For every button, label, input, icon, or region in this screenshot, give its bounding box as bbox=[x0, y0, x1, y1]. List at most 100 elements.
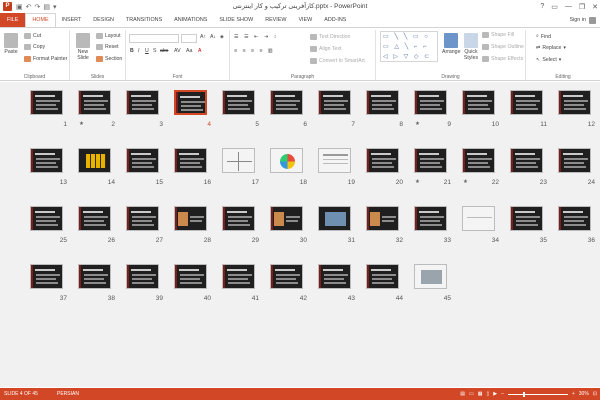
underline-button[interactable]: U bbox=[145, 48, 149, 54]
tab-add-ins[interactable]: ADD-INS bbox=[318, 13, 352, 27]
slide-sorter-view-icon[interactable]: ▦ bbox=[478, 388, 483, 400]
zoom-slider-thumb[interactable] bbox=[522, 391, 525, 397]
slide-thumbnail[interactable] bbox=[174, 264, 207, 289]
font-color-button[interactable]: A bbox=[198, 48, 201, 54]
minimize-button[interactable]: — bbox=[565, 3, 572, 10]
format-painter-button[interactable]: Format Painter bbox=[24, 56, 67, 62]
slideshow-view-icon[interactable]: ▶ bbox=[493, 388, 497, 400]
slide-thumbnail[interactable] bbox=[318, 148, 351, 173]
increase-font-icon[interactable]: A↑ bbox=[200, 34, 206, 40]
char-spacing-button[interactable]: AV bbox=[174, 48, 181, 54]
slide-thumbnail[interactable] bbox=[30, 264, 63, 289]
slide-sorter[interactable]: 12 11 10 9 ★ 8 7 6 5 4 3 2 ★ 1 24 23 22 ★ 21 ★ 20 19 18 17 16 15 1… bbox=[0, 82, 600, 387]
tab-insert[interactable]: INSERT bbox=[56, 13, 88, 27]
transition-star-icon[interactable]: ★ bbox=[79, 121, 84, 127]
tab-view[interactable]: VIEW bbox=[292, 13, 318, 27]
transition-star-icon[interactable]: ★ bbox=[463, 179, 468, 185]
slide-thumbnail[interactable] bbox=[414, 206, 447, 231]
slide-thumbnail[interactable] bbox=[126, 148, 159, 173]
reading-view-icon[interactable]: ▯ bbox=[486, 388, 489, 400]
clear-format-icon[interactable]: ◈ bbox=[220, 34, 224, 40]
shapes-gallery[interactable]: ▭ ╲ ╲ ▭ ○ ▭ △ ╲ ⌐ ⌐ ◁ ▷ ▽ ◇ ⊂ { } ☆ bbox=[380, 31, 438, 62]
replace-button[interactable]: ⇄ Replace ▾ bbox=[536, 45, 566, 51]
slide-thumbnail[interactable] bbox=[270, 148, 303, 173]
slide-thumbnail[interactable] bbox=[318, 206, 351, 231]
shape-fill-button[interactable]: Shape Fill bbox=[482, 32, 514, 38]
slide-thumbnail[interactable] bbox=[558, 206, 591, 231]
tab-animations[interactable]: ANIMATIONS bbox=[168, 13, 213, 27]
slide-thumbnail[interactable] bbox=[126, 90, 159, 115]
customize-qat-icon[interactable]: ▾ bbox=[53, 3, 57, 11]
notes-icon[interactable]: ▤ bbox=[460, 388, 465, 400]
tab-design[interactable]: DESIGN bbox=[87, 13, 120, 27]
slide-thumbnail[interactable] bbox=[270, 90, 303, 115]
slide-thumbnail[interactable] bbox=[78, 148, 111, 173]
slide-thumbnail[interactable] bbox=[174, 206, 207, 231]
change-case-button[interactable]: Aa bbox=[186, 48, 192, 54]
slide-thumbnail[interactable] bbox=[462, 206, 495, 231]
convert-smartart-button[interactable]: Convert to SmartArt bbox=[310, 58, 365, 64]
shadow-button[interactable]: S bbox=[153, 48, 156, 54]
slide-thumbnail[interactable] bbox=[222, 90, 255, 115]
zoom-level[interactable]: 30% bbox=[579, 388, 589, 400]
tab-home[interactable]: HOME bbox=[25, 13, 56, 27]
slide-thumbnail[interactable] bbox=[270, 264, 303, 289]
find-button[interactable]: ⌕ Find bbox=[536, 33, 551, 40]
zoom-slider[interactable] bbox=[507, 391, 568, 397]
fit-to-window-icon[interactable]: ⊡ bbox=[593, 388, 597, 400]
slide-thumbnail[interactable] bbox=[126, 206, 159, 231]
powerpoint-app-icon[interactable]: P bbox=[3, 2, 12, 11]
section-button[interactable]: Section bbox=[96, 56, 122, 62]
slide-thumbnail[interactable] bbox=[366, 90, 399, 115]
quick-styles-button[interactable]: Quick Styles bbox=[462, 33, 480, 61]
align-text-button[interactable]: Align Text bbox=[310, 46, 341, 52]
reset-button[interactable]: Reset bbox=[96, 44, 119, 50]
cut-button[interactable]: Cut bbox=[24, 33, 41, 39]
sign-in-link[interactable]: Sign in bbox=[570, 13, 586, 27]
slide-thumbnail[interactable] bbox=[78, 90, 111, 115]
redo-icon[interactable]: ↷ bbox=[35, 3, 41, 11]
shape-effects-button[interactable]: Shape Effects bbox=[482, 56, 523, 62]
account-icon[interactable] bbox=[589, 17, 596, 24]
select-button[interactable]: ↖ Select ▾ bbox=[536, 57, 561, 63]
slide-thumbnail[interactable] bbox=[222, 206, 255, 231]
slide-thumbnail[interactable] bbox=[30, 148, 63, 173]
slide-thumbnail[interactable] bbox=[366, 148, 399, 173]
slide-thumbnail[interactable] bbox=[30, 206, 63, 231]
tab-slide-show[interactable]: SLIDE SHOW bbox=[213, 13, 259, 27]
slide-thumbnail[interactable] bbox=[318, 90, 351, 115]
copy-button[interactable]: Copy bbox=[24, 44, 45, 50]
new-slide-button[interactable]: New Slide bbox=[73, 33, 93, 61]
slide-thumbnail[interactable] bbox=[222, 148, 255, 173]
slide-thumbnail[interactable] bbox=[78, 206, 111, 231]
arrange-button[interactable]: Arrange bbox=[442, 33, 460, 55]
font-size-box[interactable] bbox=[181, 34, 197, 43]
start-from-beginning-icon[interactable]: ▤ bbox=[43, 3, 50, 11]
ribbon-display-icon[interactable]: ▭ bbox=[551, 3, 558, 11]
transition-star-icon[interactable]: ★ bbox=[415, 121, 420, 127]
slide-thumbnail[interactable] bbox=[30, 90, 63, 115]
tab-transitions[interactable]: TRANSITIONS bbox=[120, 13, 168, 27]
restore-button[interactable]: ❐ bbox=[579, 3, 585, 11]
slide-thumbnail[interactable] bbox=[462, 148, 495, 173]
text-direction-button[interactable]: Text Direction bbox=[310, 34, 350, 40]
slide-thumbnail[interactable] bbox=[366, 206, 399, 231]
slide-thumbnail[interactable] bbox=[318, 264, 351, 289]
slide-thumbnail[interactable] bbox=[174, 148, 207, 173]
align-icons[interactable]: ≡ ≡ ≡ ≡ ▥ bbox=[234, 48, 275, 54]
slide-thumbnail[interactable] bbox=[558, 90, 591, 115]
slide-thumbnail[interactable] bbox=[462, 90, 495, 115]
tab-file[interactable]: FILE bbox=[0, 13, 26, 27]
slide-thumbnail[interactable] bbox=[270, 206, 303, 231]
shape-outline-button[interactable]: Shape Outline bbox=[482, 44, 524, 50]
zoom-in-button[interactable]: + bbox=[572, 388, 575, 400]
strikethrough-button[interactable]: abc bbox=[160, 48, 168, 54]
help-button[interactable]: ? bbox=[540, 3, 544, 10]
slide-thumbnail[interactable] bbox=[222, 264, 255, 289]
paste-button[interactable]: Paste bbox=[4, 33, 18, 55]
slide-count-status[interactable]: SLIDE 4 OF 45 bbox=[4, 388, 38, 400]
zoom-out-button[interactable]: – bbox=[501, 388, 504, 400]
decrease-font-icon[interactable]: A↓ bbox=[210, 34, 216, 40]
slide-thumbnail[interactable] bbox=[366, 264, 399, 289]
slide-thumbnail[interactable] bbox=[174, 90, 207, 115]
